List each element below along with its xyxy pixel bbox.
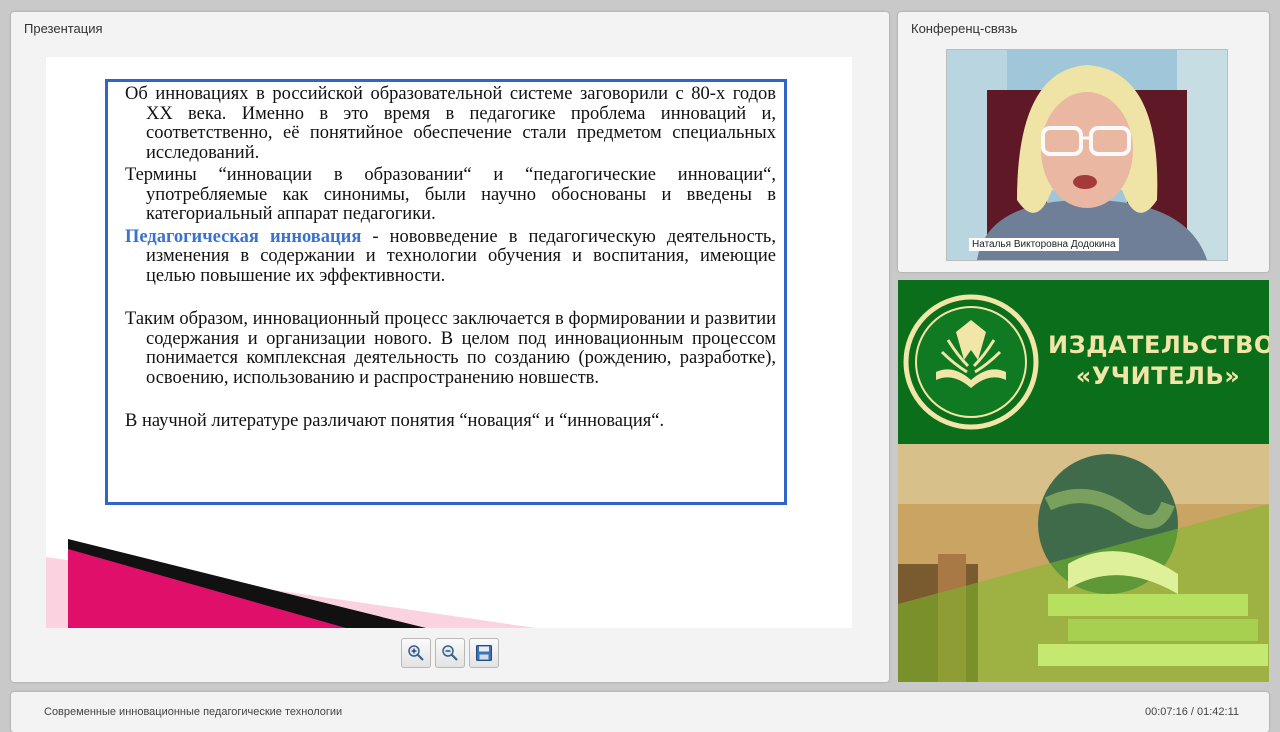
zoom-in-icon bbox=[408, 645, 424, 661]
definition-term: Педагогическая инновация bbox=[125, 226, 362, 247]
webcam-video: Наталья Викторовна Додокина bbox=[909, 46, 1228, 272]
footer-bar: Современные инновационные педагогические… bbox=[11, 692, 1269, 732]
speaker-video-frame bbox=[946, 49, 1228, 261]
books-globe-image bbox=[898, 444, 1269, 682]
slide-paragraph-terms: Термины “инновации в образовании“ и “пед… bbox=[125, 165, 776, 224]
publisher-logo-icon bbox=[903, 294, 1039, 430]
presentation-panel: Презентация Об инновациях в российской о… bbox=[11, 12, 889, 682]
publisher-name: ИЗДАТЕЛЬСТВО «УЧИТЕЛЬ» bbox=[1048, 331, 1269, 390]
course-title: Современные инновационные педагогические… bbox=[44, 706, 343, 718]
slide-paragraph-history: Об инновациях в российской образовательн… bbox=[125, 84, 776, 163]
zoom-in-button[interactable] bbox=[401, 638, 431, 668]
slide-text-box: Об инновациях в российской образовательн… bbox=[105, 79, 787, 505]
slide-paragraph-process: Таким образом, инновационный процесс зак… bbox=[125, 309, 776, 388]
save-button[interactable] bbox=[469, 638, 499, 668]
speaker-name-tag: Наталья Викторовна Додокина bbox=[969, 238, 1119, 251]
slide-toolbar bbox=[401, 638, 499, 668]
books-illustration bbox=[898, 444, 1269, 682]
conference-title: Конференц-связь bbox=[911, 21, 1018, 36]
slide: Об инновациях в российской образовательн… bbox=[46, 57, 852, 628]
presentation-title: Презентация bbox=[24, 21, 103, 36]
conference-panel: Конференц-связь Наталья Викторовна Додок… bbox=[898, 12, 1269, 272]
save-icon bbox=[476, 645, 492, 661]
zoom-out-icon bbox=[442, 645, 458, 661]
playback-timecode: 00:07:16 / 01:42:11 bbox=[1145, 706, 1239, 718]
slide-paragraph-definition: Педагогическая инновация - нововведение … bbox=[125, 226, 776, 287]
zoom-out-button[interactable] bbox=[435, 638, 465, 668]
speaker-video-image bbox=[947, 50, 1227, 260]
publisher-banner: ИЗДАТЕЛЬСТВО «УЧИТЕЛЬ» bbox=[898, 280, 1269, 444]
slide-paragraph-concepts: В научной литературе различают понятия “… bbox=[125, 411, 665, 431]
slide-decoration bbox=[46, 539, 536, 628]
